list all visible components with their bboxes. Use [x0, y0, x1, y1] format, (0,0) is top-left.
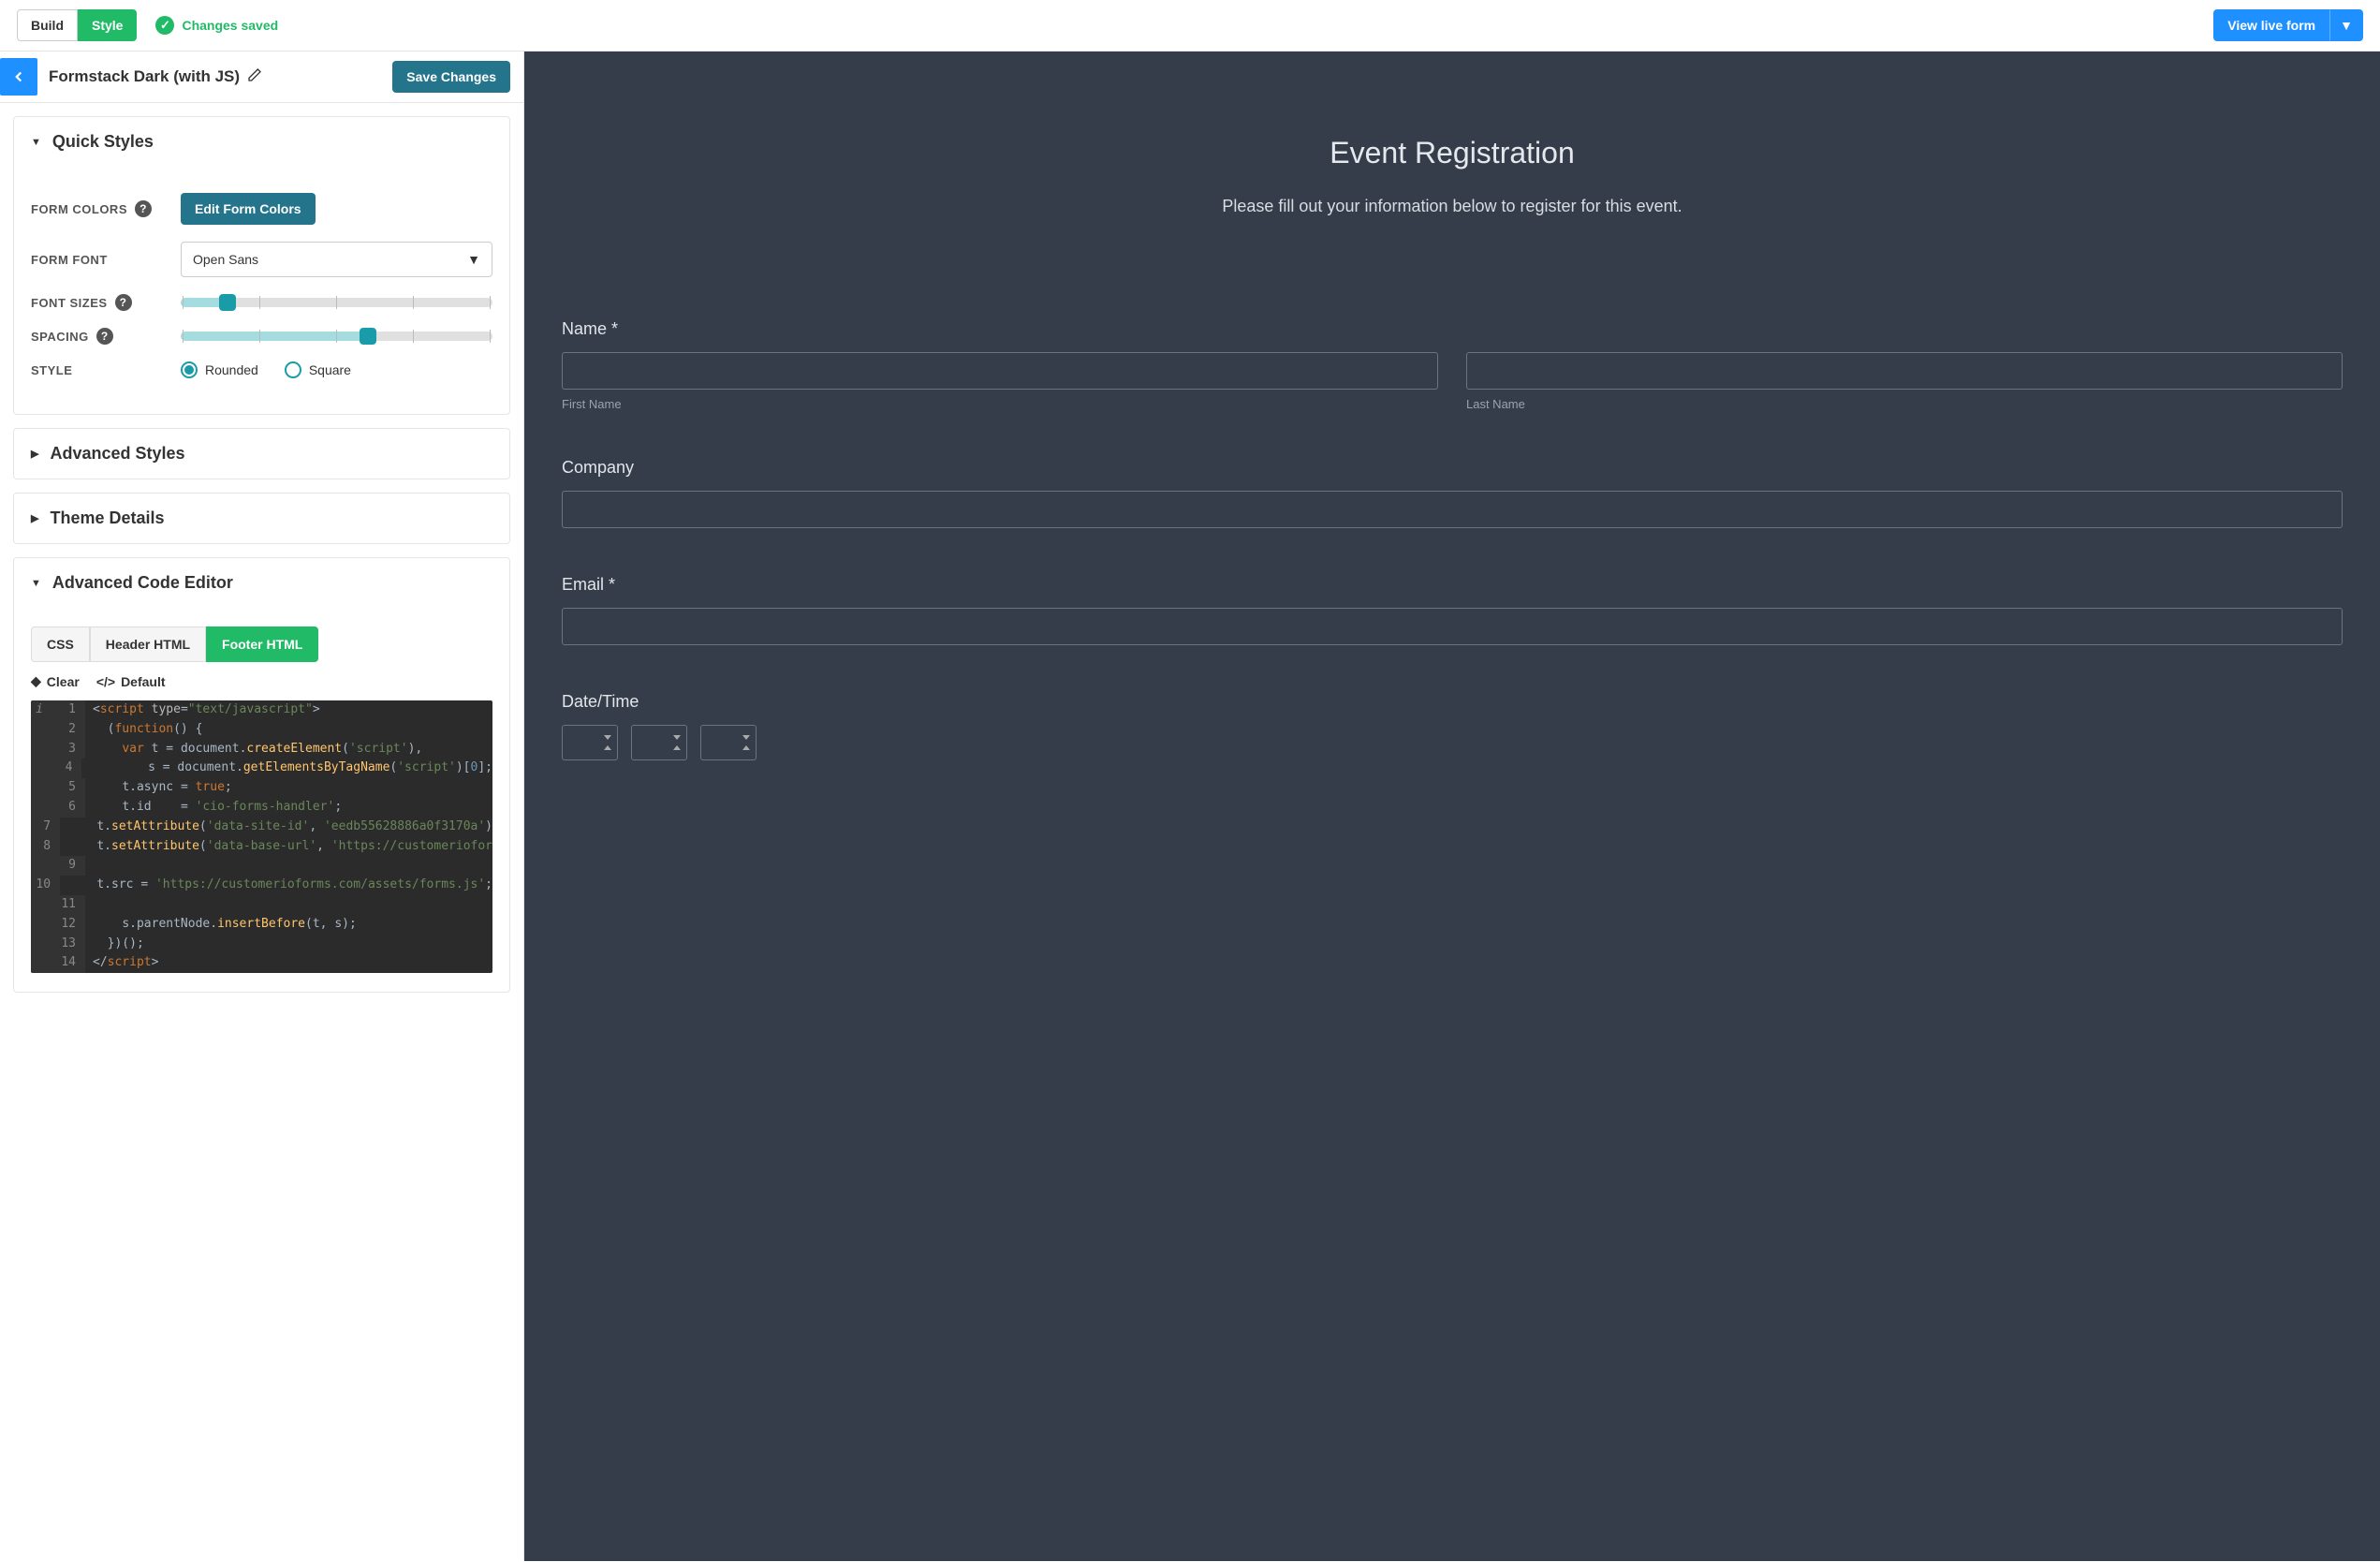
- code-editor-title: Advanced Code Editor: [52, 573, 233, 593]
- slider-thumb[interactable]: [219, 294, 236, 311]
- first-name-sublabel: First Name: [562, 397, 1438, 411]
- code-icon: </>: [96, 674, 115, 689]
- rounded-label: Rounded: [205, 362, 258, 377]
- name-label: Name *: [562, 319, 2343, 339]
- quick-styles-title: Quick Styles: [52, 132, 154, 152]
- company-input[interactable]: [562, 491, 2343, 528]
- form-preview: Event Registration Please fill out your …: [524, 52, 2380, 1561]
- chevron-down-icon: ▼: [467, 252, 480, 267]
- theme-details-title: Theme Details: [50, 508, 164, 528]
- advanced-styles-panel: ▶ Advanced Styles: [13, 428, 510, 479]
- edit-icon[interactable]: [247, 67, 262, 87]
- chevron-left-icon: [10, 68, 27, 85]
- radio-icon: [181, 361, 198, 378]
- radio-icon: [285, 361, 301, 378]
- square-radio[interactable]: Square: [285, 361, 351, 378]
- theme-name-text: Formstack Dark (with JS): [49, 67, 240, 86]
- changes-saved-text: Changes saved: [182, 18, 278, 33]
- tab-css[interactable]: CSS: [31, 626, 90, 662]
- code-editor-header[interactable]: ▼ Advanced Code Editor: [14, 558, 509, 608]
- form-font-select[interactable]: Open Sans ▼: [181, 242, 492, 277]
- quick-styles-panel: ▼ Quick Styles FORM COLORS ? Edit Form C…: [13, 116, 510, 415]
- default-button[interactable]: </> Default: [96, 673, 166, 689]
- form-colors-label: FORM COLORS ?: [31, 200, 181, 217]
- tab-footer-html[interactable]: Footer HTML: [206, 626, 318, 662]
- form-font-value: Open Sans: [193, 252, 258, 267]
- email-label: Email *: [562, 575, 2343, 595]
- code-tabs: CSS Header HTML Footer HTML: [31, 626, 492, 662]
- spacing-label: SPACING ?: [31, 328, 181, 345]
- rounded-radio[interactable]: Rounded: [181, 361, 258, 378]
- first-name-input[interactable]: [562, 352, 1438, 390]
- spacing-slider[interactable]: [181, 332, 492, 341]
- caret-down-icon: ▼: [31, 137, 41, 148]
- save-changes-button[interactable]: Save Changes: [392, 61, 510, 93]
- advanced-styles-title: Advanced Styles: [50, 444, 184, 464]
- caret-right-icon: ▶: [31, 448, 38, 460]
- date-select-1[interactable]: [562, 725, 618, 760]
- view-live-button[interactable]: View live form: [2213, 9, 2329, 41]
- datetime-label: Date/Time: [562, 692, 2343, 712]
- left-panel: Formstack Dark (with JS) Save Changes ▼ …: [0, 52, 524, 1561]
- last-name-input[interactable]: [1466, 352, 2343, 390]
- email-input[interactable]: [562, 608, 2343, 645]
- last-name-sublabel: Last Name: [1466, 397, 2343, 411]
- date-select-3[interactable]: [700, 725, 757, 760]
- help-icon[interactable]: ?: [135, 200, 152, 217]
- theme-details-header[interactable]: ▶ Theme Details: [14, 494, 509, 543]
- tab-header-html[interactable]: Header HTML: [90, 626, 206, 662]
- advanced-styles-header[interactable]: ▶ Advanced Styles: [14, 429, 509, 479]
- date-select-2[interactable]: [631, 725, 687, 760]
- preview-subtitle: Please fill out your information below t…: [562, 197, 2343, 216]
- form-font-label: FORM FONT: [31, 253, 181, 267]
- back-button[interactable]: [0, 58, 37, 96]
- font-sizes-label: FONT SIZES ?: [31, 294, 181, 311]
- quick-styles-header[interactable]: ▼ Quick Styles: [14, 117, 509, 167]
- help-icon[interactable]: ?: [96, 328, 113, 345]
- theme-details-panel: ▶ Theme Details: [13, 493, 510, 544]
- style-label: STYLE: [31, 363, 181, 377]
- view-live-group: View live form ▼: [2213, 9, 2363, 41]
- check-icon: ✓: [155, 16, 174, 35]
- style-tab[interactable]: Style: [78, 9, 137, 41]
- diamond-icon: ◆: [31, 673, 41, 689]
- theme-name-row: Formstack Dark (with JS): [49, 67, 381, 87]
- preview-title: Event Registration: [562, 136, 2343, 170]
- company-label: Company: [562, 458, 2343, 478]
- clear-button[interactable]: ◆ Clear: [31, 673, 80, 689]
- changes-saved-badge: ✓ Changes saved: [155, 16, 278, 35]
- edit-form-colors-button[interactable]: Edit Form Colors: [181, 193, 316, 225]
- build-style-toggle: Build Style: [17, 9, 137, 41]
- left-header: Formstack Dark (with JS) Save Changes: [0, 52, 523, 103]
- build-tab[interactable]: Build: [17, 9, 78, 41]
- view-live-dropdown[interactable]: ▼: [2329, 9, 2363, 41]
- code-editor-panel: ▼ Advanced Code Editor CSS Header HTML F…: [13, 557, 510, 993]
- help-icon[interactable]: ?: [115, 294, 132, 311]
- slider-thumb[interactable]: [360, 328, 376, 345]
- square-label: Square: [309, 362, 351, 377]
- caret-right-icon: ▶: [31, 512, 38, 524]
- code-editor[interactable]: i1<script type="text/javascript"> 2 (fun…: [31, 700, 492, 973]
- caret-down-icon: ▼: [31, 578, 41, 589]
- font-sizes-slider[interactable]: [181, 298, 492, 307]
- topbar: Build Style ✓ Changes saved View live fo…: [0, 0, 2380, 52]
